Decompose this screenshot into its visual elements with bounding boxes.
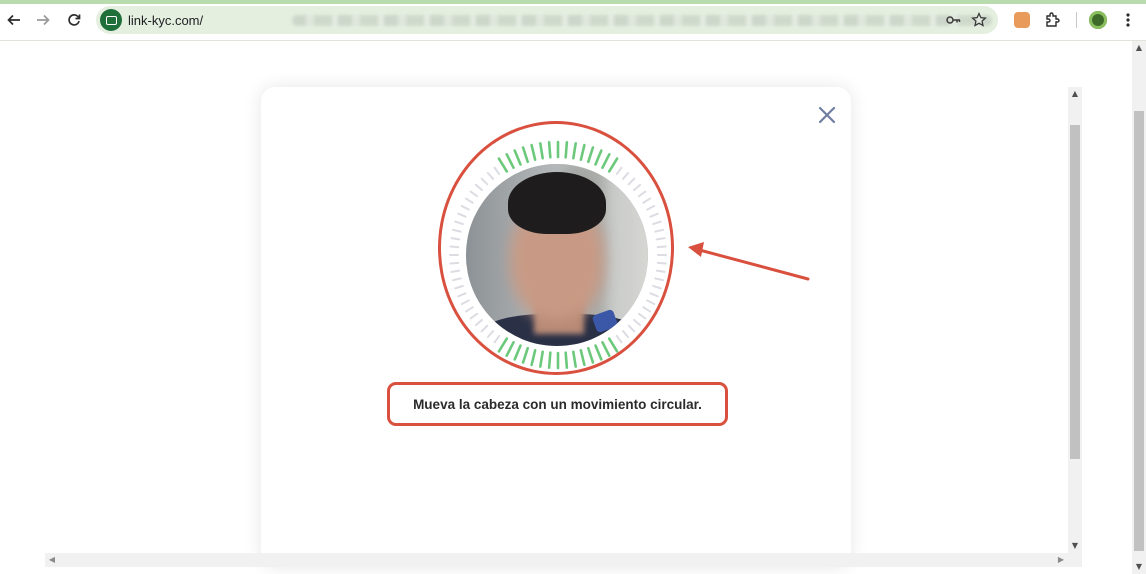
scroll-down-icon[interactable]: ▼: [1068, 539, 1082, 553]
page-scroll-up-icon[interactable]: ▲: [1132, 41, 1146, 55]
key-icon[interactable]: [944, 12, 962, 28]
scroll-up-icon[interactable]: ▲: [1068, 87, 1082, 101]
toolbar-divider: [1076, 12, 1077, 28]
scroll-thumb[interactable]: [1070, 125, 1080, 459]
annotation-ellipse: [438, 121, 674, 375]
arrow-right-icon[interactable]: [31, 8, 55, 32]
address-bar[interactable]: link-kyc.com/: [96, 6, 998, 34]
kebab-menu-icon[interactable]: [1117, 9, 1139, 31]
puzzle-icon[interactable]: [1041, 9, 1063, 31]
page-scroll-down-icon[interactable]: ▼: [1132, 560, 1146, 574]
scroll-right-icon[interactable]: ▶: [1054, 553, 1068, 567]
close-icon[interactable]: [816, 104, 838, 126]
annotation-arrow: [688, 242, 810, 281]
browser-toolbar: link-kyc.com/: [0, 0, 1146, 41]
url-path-redacted: [292, 15, 992, 26]
url-host: link-kyc.com/: [128, 13, 204, 28]
page-scroll-thumb[interactable]: [1134, 111, 1144, 551]
star-icon[interactable]: [970, 11, 988, 28]
tab-strip-edge: [0, 0, 1146, 4]
inner-vertical-scrollbar[interactable]: ▲ ▼: [1068, 87, 1082, 553]
arrow-left-icon[interactable]: [2, 8, 26, 32]
page-vertical-scrollbar[interactable]: ▲ ▼: [1132, 41, 1146, 574]
instruction-highlight: Mueva la cabeza con un movimiento circul…: [387, 382, 728, 426]
inner-horizontal-scrollbar[interactable]: ◀ ▶: [45, 553, 1082, 567]
scroll-left-icon[interactable]: ◀: [45, 553, 59, 567]
reload-icon[interactable]: [62, 8, 86, 32]
fox-extension-icon[interactable]: [1011, 9, 1033, 31]
instruction-text: Mueva la cabeza con un movimiento circul…: [413, 396, 702, 412]
camera-icon[interactable]: [100, 9, 122, 31]
profile-icon[interactable]: [1087, 9, 1109, 31]
